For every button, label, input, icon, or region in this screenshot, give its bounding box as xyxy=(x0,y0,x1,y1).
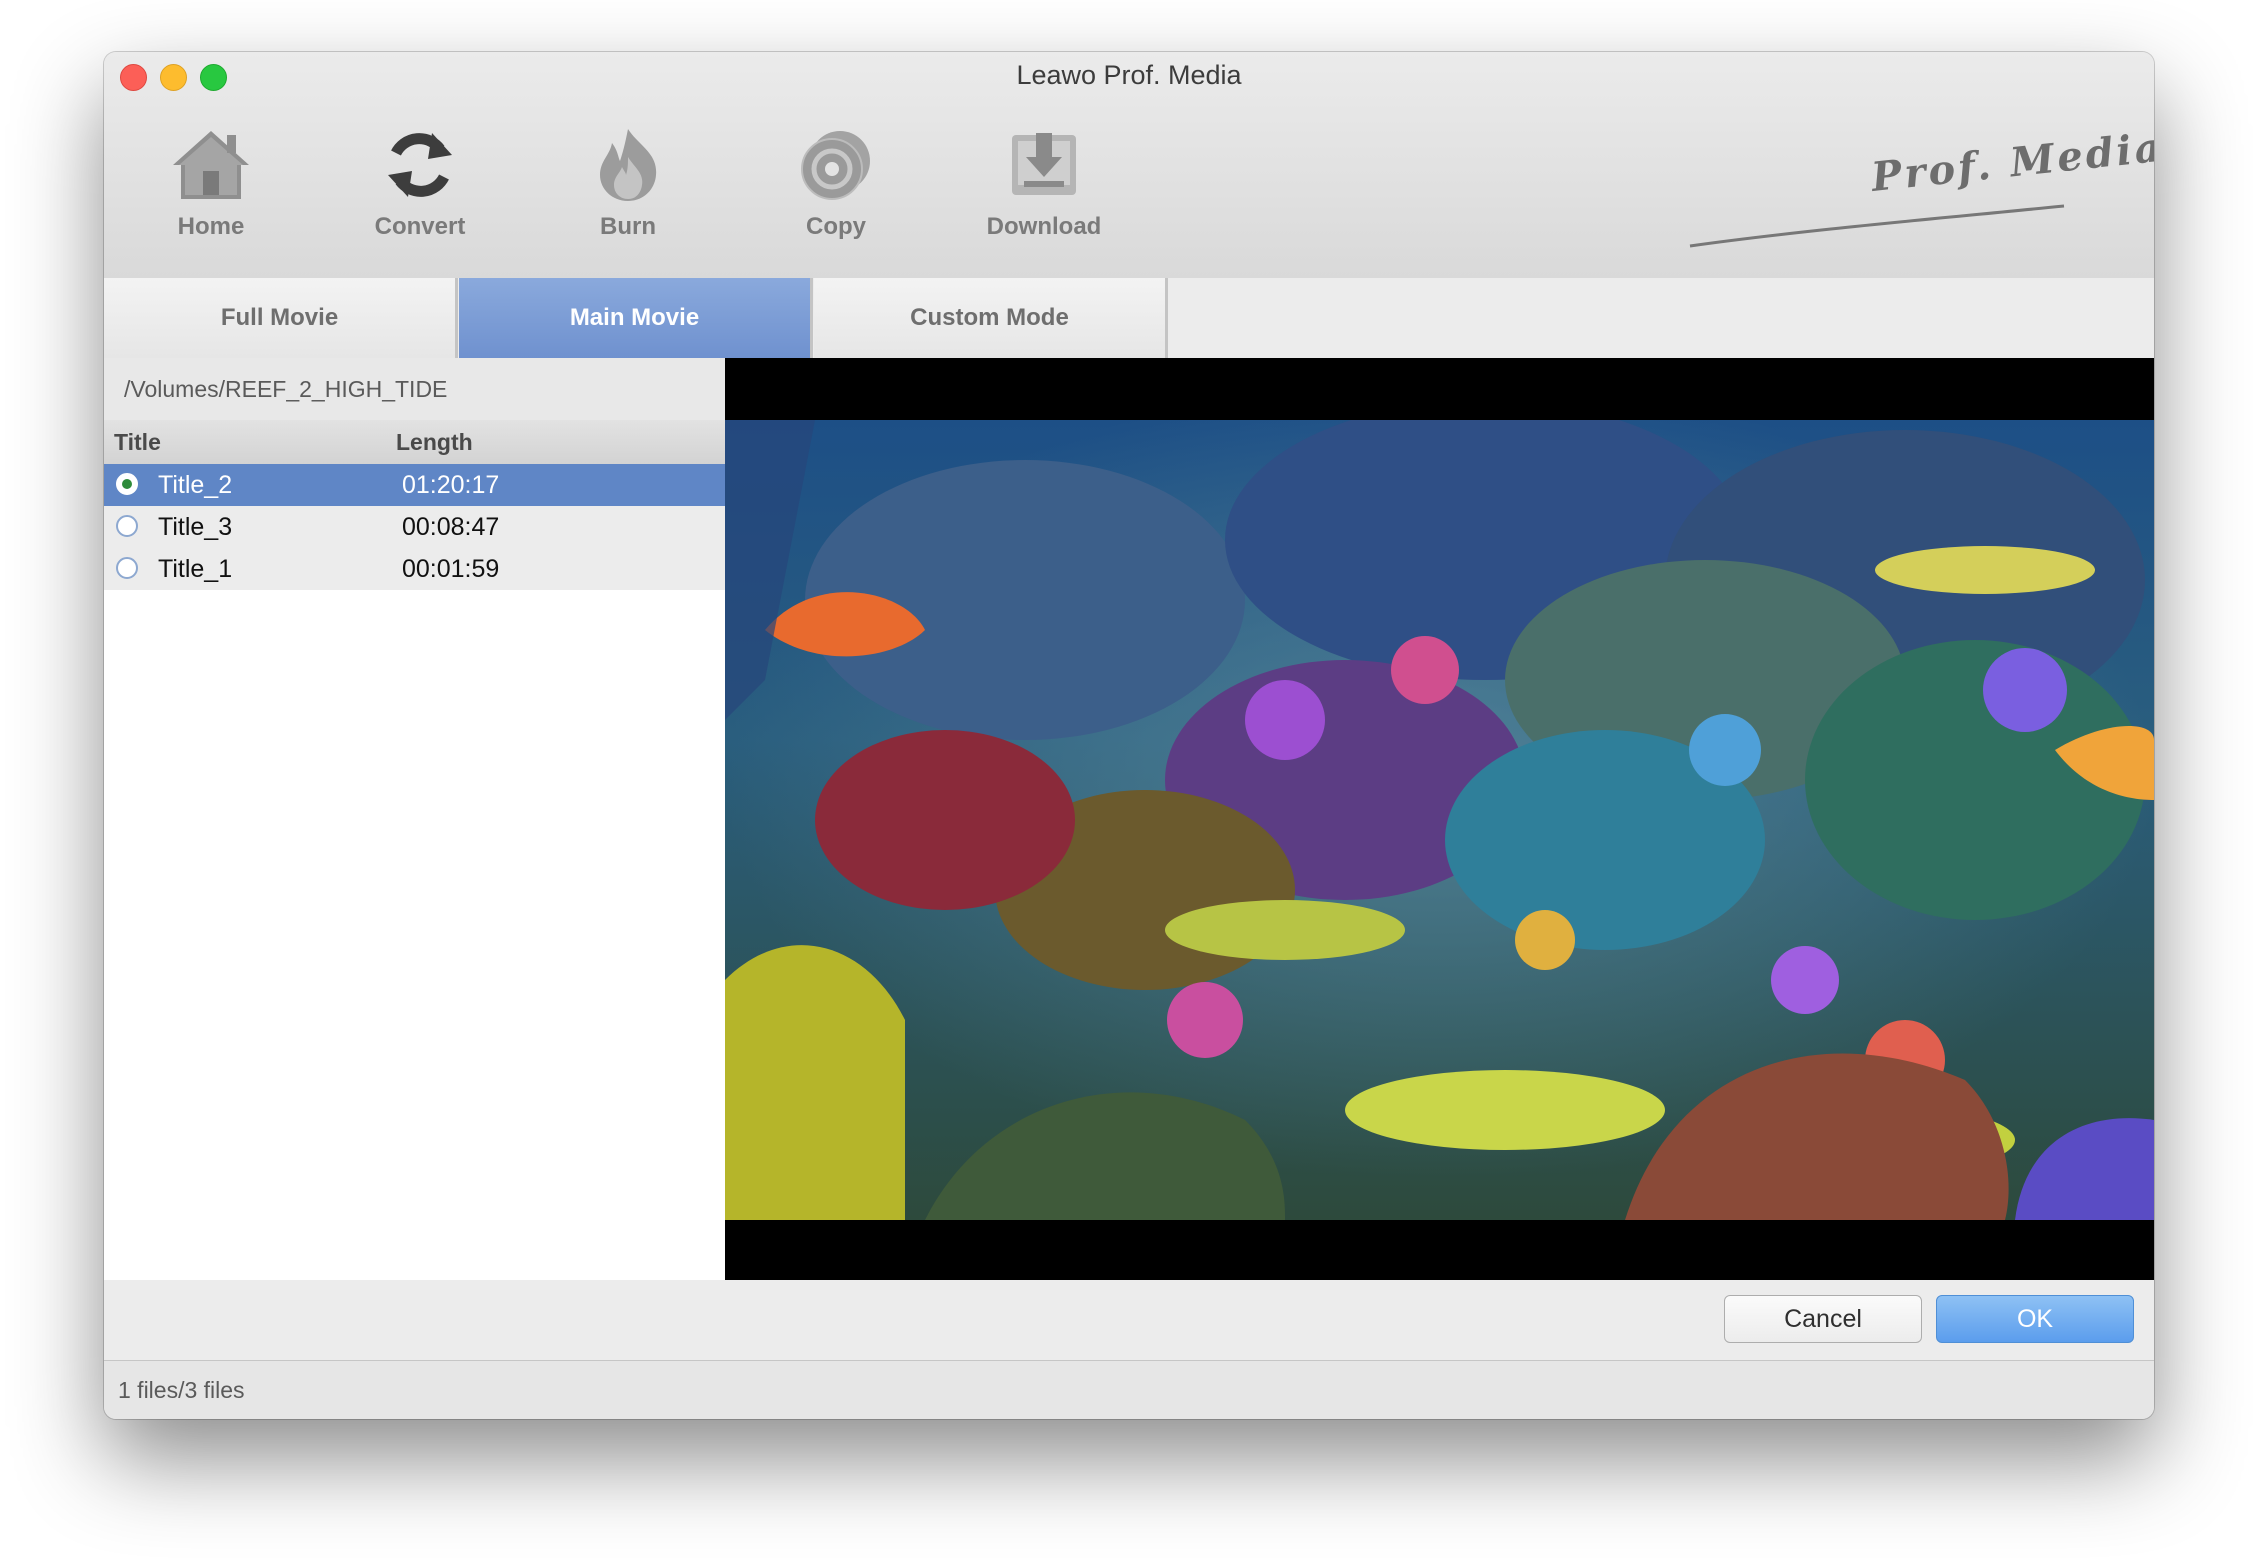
title-name: Title_2 xyxy=(158,471,233,499)
app-window: Leawo Prof. Media Home Convert Burn Copy… xyxy=(104,52,2154,1419)
home-icon xyxy=(173,131,249,199)
convert-button[interactable]: Convert xyxy=(340,127,500,277)
convert-icon xyxy=(388,133,452,197)
copy-label: Copy xyxy=(806,213,866,240)
burn-button[interactable]: Burn xyxy=(548,127,708,277)
flame-icon xyxy=(600,129,657,201)
copy-button[interactable]: Copy xyxy=(756,127,916,277)
mode-tabs: Full Movie Main Movie Custom Mode xyxy=(104,278,2154,359)
column-length[interactable]: Length xyxy=(396,429,473,456)
download-icon xyxy=(1012,133,1076,195)
status-bar: 1 files/3 files xyxy=(104,1361,2154,1419)
tab-custom-mode[interactable]: Custom Mode xyxy=(814,278,1168,358)
brand-logo: Prof. Media xyxy=(1684,124,2154,254)
window-title: Leawo Prof. Media xyxy=(1016,60,1242,90)
preview-frame-image xyxy=(725,420,2154,1220)
title-row[interactable]: Title_1 00:01:59 xyxy=(104,548,725,590)
title-length: 00:01:59 xyxy=(402,555,500,583)
burn-label: Burn xyxy=(600,213,656,240)
cancel-button[interactable]: Cancel xyxy=(1724,1295,1922,1343)
dialog-footer: Cancel OK xyxy=(104,1280,2154,1361)
tab-full-movie[interactable]: Full Movie xyxy=(104,278,458,358)
title-name: Title_1 xyxy=(158,555,233,583)
radio-button[interactable] xyxy=(116,557,138,579)
download-button[interactable]: Download xyxy=(964,127,1124,277)
download-label: Download xyxy=(986,213,1102,240)
list-header: Title Length xyxy=(104,420,725,464)
convert-label: Convert xyxy=(374,213,466,240)
title-row[interactable]: Title_3 00:08:47 xyxy=(104,506,725,548)
radio-button[interactable] xyxy=(116,473,138,495)
video-preview xyxy=(725,358,2154,1280)
title-name: Title_3 xyxy=(158,513,233,541)
title-list-pane: /Volumes/REEF_2_HIGH_TIDE Title Length T… xyxy=(104,358,725,1280)
radio-button[interactable] xyxy=(116,515,138,537)
home-button[interactable]: Home xyxy=(131,127,291,277)
disc-icon xyxy=(801,131,870,200)
toolbar: Leawo Prof. Media Home Convert Burn Copy… xyxy=(104,52,2154,279)
column-title[interactable]: Title xyxy=(114,429,161,456)
source-path: /Volumes/REEF_2_HIGH_TIDE xyxy=(104,358,725,420)
home-label: Home xyxy=(177,213,245,240)
title-row[interactable]: Title_2 01:20:17 xyxy=(104,464,725,506)
title-length: 00:08:47 xyxy=(402,513,500,541)
title-length: 01:20:17 xyxy=(402,471,500,499)
ok-button[interactable]: OK xyxy=(1936,1295,2134,1343)
tab-main-movie[interactable]: Main Movie xyxy=(459,278,813,358)
